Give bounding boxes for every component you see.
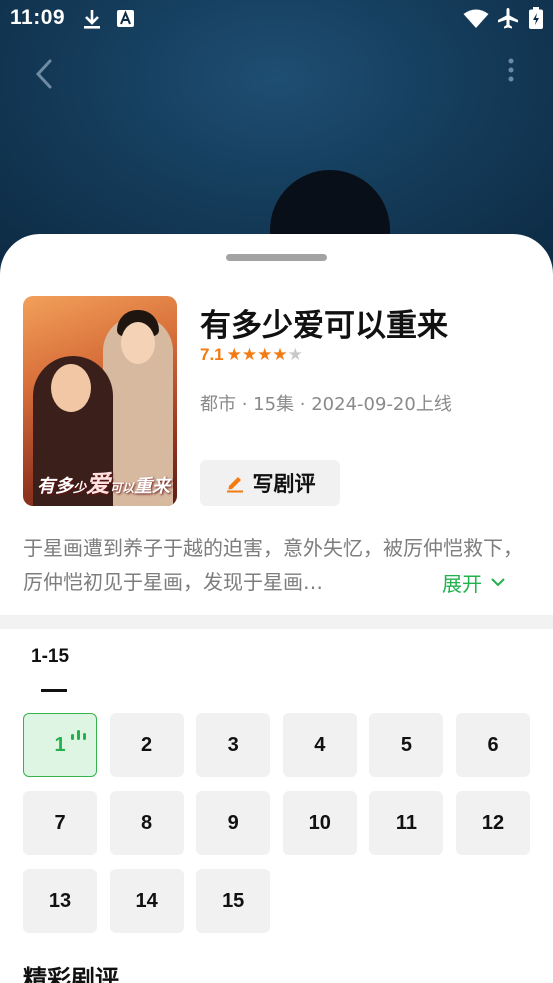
poster-title-part: 重来 bbox=[134, 476, 171, 497]
episode-button-14[interactable]: 14 bbox=[109, 869, 184, 933]
episode-button-7[interactable]: 7 bbox=[23, 791, 97, 855]
tab-episode-range[interactable]: 1-15 bbox=[31, 646, 69, 668]
episode-button-1[interactable]: 1 bbox=[23, 713, 97, 777]
star-filled-icon: ★ bbox=[226, 345, 242, 365]
hero-background bbox=[0, 0, 553, 260]
detail-sheet: 有多少爱可以重来 有多少爱可以重来 7.1 ★★★★★ 都市 · 15集 · 2… bbox=[0, 234, 553, 983]
episode-number: 6 bbox=[487, 733, 499, 756]
star-filled-icon: ★ bbox=[241, 345, 258, 365]
episode-number: 1 bbox=[54, 733, 66, 756]
poster-face-man bbox=[121, 322, 155, 364]
episode-button-9[interactable]: 9 bbox=[196, 791, 271, 855]
episode-number: 11 bbox=[395, 811, 417, 834]
episode-number: 15 bbox=[222, 889, 245, 912]
expand-label: 展开 bbox=[442, 571, 482, 596]
more-vertical-icon bbox=[508, 58, 514, 82]
battery-icon bbox=[529, 7, 543, 29]
write-review-button[interactable]: 写剧评 bbox=[200, 460, 340, 506]
tab-underline bbox=[41, 689, 67, 692]
expand-button[interactable]: 展开 bbox=[442, 565, 506, 599]
poster-face-woman bbox=[51, 364, 91, 412]
poster-title-part: 爱 bbox=[86, 469, 111, 498]
drama-poster[interactable]: 有多少爱可以重来 bbox=[23, 296, 177, 506]
rating-row: 7.1 ★★★★★ bbox=[200, 342, 303, 368]
episode-button-4[interactable]: 4 bbox=[282, 713, 357, 777]
episode-button-10[interactable]: 10 bbox=[282, 791, 357, 855]
episode-number: 9 bbox=[227, 811, 239, 834]
airplane-icon bbox=[498, 8, 518, 29]
episode-button-6[interactable]: 6 bbox=[456, 713, 530, 777]
episode-button-5[interactable]: 5 bbox=[369, 713, 444, 777]
wifi-icon bbox=[463, 9, 489, 28]
sheet-drag-handle[interactable] bbox=[226, 254, 327, 261]
poster-title-part: 有多 bbox=[37, 476, 73, 497]
episode-button-12[interactable]: 12 bbox=[456, 791, 530, 855]
chevron-left-icon bbox=[35, 59, 52, 89]
write-review-label: 写剧评 bbox=[252, 472, 316, 496]
poster-title-part: 少 bbox=[73, 481, 87, 496]
episode-number: 7 bbox=[54, 811, 66, 834]
more-options-button[interactable] bbox=[500, 56, 522, 88]
episode-number: 4 bbox=[314, 733, 326, 756]
star-filled-icon: ★ bbox=[257, 345, 273, 365]
poster-title: 有多少爱可以重来 bbox=[37, 464, 170, 499]
episode-number: 13 bbox=[48, 889, 72, 912]
episode-button-3[interactable]: 3 bbox=[196, 713, 271, 777]
episode-number: 2 bbox=[141, 733, 153, 756]
back-button[interactable] bbox=[28, 58, 60, 90]
rating-score: 7.1 bbox=[200, 345, 224, 364]
episode-number: 5 bbox=[400, 733, 412, 756]
episode-number: 8 bbox=[141, 811, 153, 834]
episode-number: 14 bbox=[135, 889, 158, 912]
star-empty-icon: ★ bbox=[287, 345, 303, 365]
rating-stars: ★★★★★ bbox=[227, 345, 303, 365]
poster-title-part: 可以 bbox=[110, 481, 135, 495]
pencil-icon bbox=[226, 477, 243, 493]
chevron-down-icon bbox=[491, 578, 505, 587]
status-bar: 11:09 bbox=[0, 0, 553, 38]
section-divider bbox=[0, 615, 553, 629]
download-icon bbox=[84, 10, 100, 29]
episode-number: 3 bbox=[227, 733, 239, 756]
drama-meta: 都市 · 15集 · 2024-09-20上线 bbox=[200, 394, 452, 415]
episode-button-11[interactable]: 11 bbox=[369, 791, 444, 855]
star-filled-icon: ★ bbox=[272, 345, 288, 365]
episode-number: 12 bbox=[481, 811, 505, 834]
episode-button-8[interactable]: 8 bbox=[109, 791, 184, 855]
status-time: 11:09 bbox=[10, 6, 66, 29]
episode-number: 10 bbox=[308, 811, 331, 834]
font-a-icon bbox=[117, 10, 134, 27]
episode-button-15[interactable]: 15 bbox=[196, 869, 271, 933]
reviews-section-title: 精彩剧评 bbox=[23, 965, 119, 983]
now-playing-icon bbox=[71, 730, 86, 740]
drama-title: 有多少爱可以重来 bbox=[200, 308, 448, 344]
episode-button-13[interactable]: 13 bbox=[23, 869, 97, 933]
episode-button-2[interactable]: 2 bbox=[109, 713, 184, 777]
